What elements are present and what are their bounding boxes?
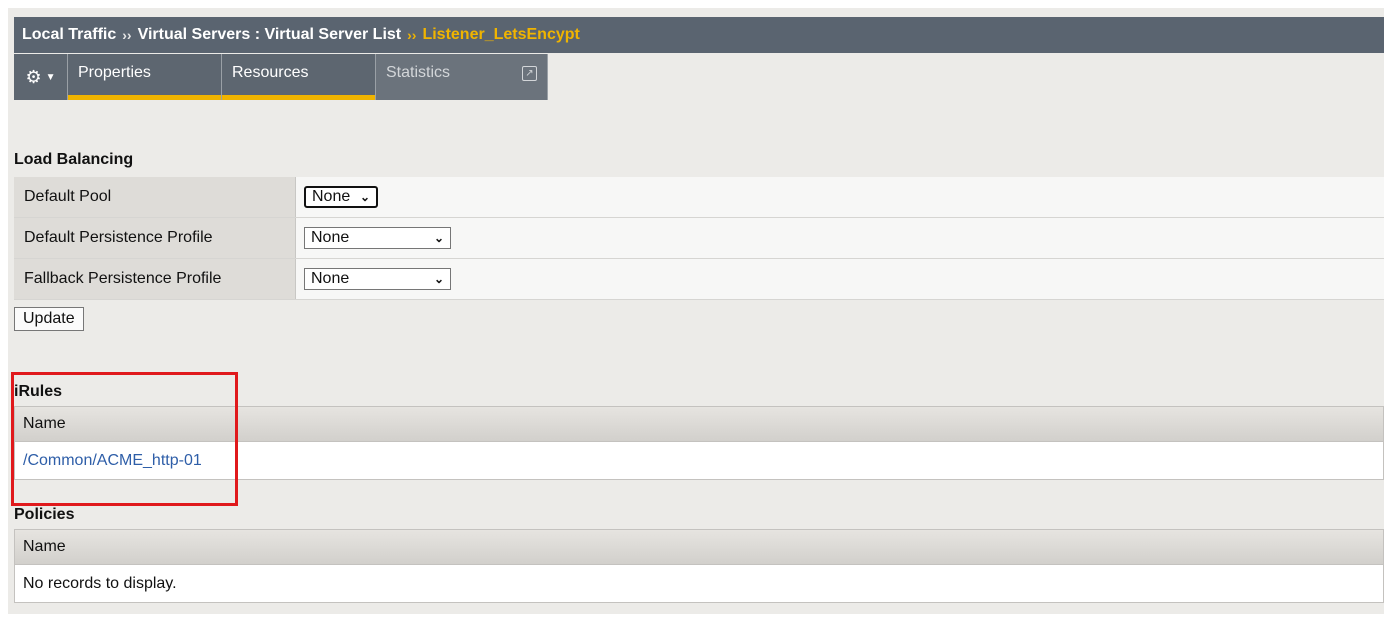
default-pool-row: Default Pool None ⌄ [14,177,1384,218]
gear-icon: ⚙ [25,67,42,87]
fallback-persistence-cell: None ⌄ [296,259,1384,299]
tab-resources[interactable]: Resources [222,54,376,100]
default-pool-cell: None ⌄ [296,177,1384,217]
breadcrumb-current-object: Listener_LetsEncypt [422,26,580,43]
highlight-box [11,372,238,506]
empty-message: No records to display. [23,574,177,592]
policies-empty-row: No records to display. [14,565,1384,603]
default-persistence-cell: None ⌄ [296,218,1384,258]
fallback-persistence-select[interactable]: None ⌄ [304,268,451,290]
fallback-persistence-row: Fallback Persistence Profile None ⌄ [14,259,1384,300]
breadcrumb-separator: ›› [122,27,132,43]
chevron-down-icon: ▼ [45,71,56,83]
default-persistence-row: Default Persistence Profile None ⌄ [14,218,1384,259]
tab-bar: ⚙ ▼ Properties Resources Statistics ↗ [14,54,548,100]
breadcrumb-virtual-server-list[interactable]: Virtual Servers : Virtual Server List [138,26,402,44]
tab-properties-label: Properties [78,64,151,81]
external-link-icon[interactable]: ↗ [522,66,537,81]
tab-statistics-label: Statistics [386,64,451,81]
tab-properties[interactable]: Properties [68,54,222,100]
tab-resources-label: Resources [232,64,309,81]
default-persistence-select[interactable]: None ⌄ [304,227,451,249]
breadcrumb-separator: ›› [407,27,417,43]
policies-heading: Policies [14,506,75,523]
tab-statistics[interactable]: Statistics ↗ [376,54,548,100]
breadcrumb-local-traffic[interactable]: Local Traffic [22,26,116,44]
fallback-persistence-value: None [311,270,350,287]
fallback-persistence-label: Fallback Persistence Profile [14,259,296,299]
settings-menu-button[interactable]: ⚙ ▼ [14,54,68,100]
update-button[interactable]: Update [14,307,84,331]
load-balancing-table: Default Pool None ⌄ Default Persistence … [14,177,1384,300]
default-pool-label: Default Pool [14,177,296,217]
default-pool-value: None [312,188,351,205]
policies-column-header[interactable]: Name [14,529,1384,565]
default-persistence-value: None [311,229,350,246]
load-balancing-heading: Load Balancing [14,151,134,168]
breadcrumb: Local Traffic ›› Virtual Servers : Virtu… [14,17,1384,53]
default-persistence-label: Default Persistence Profile [14,218,296,258]
chevron-down-icon: ⌄ [433,272,444,286]
chevron-down-icon: ⌄ [433,231,444,245]
chevron-down-icon: ⌄ [359,190,370,204]
default-pool-select[interactable]: None ⌄ [304,186,378,208]
